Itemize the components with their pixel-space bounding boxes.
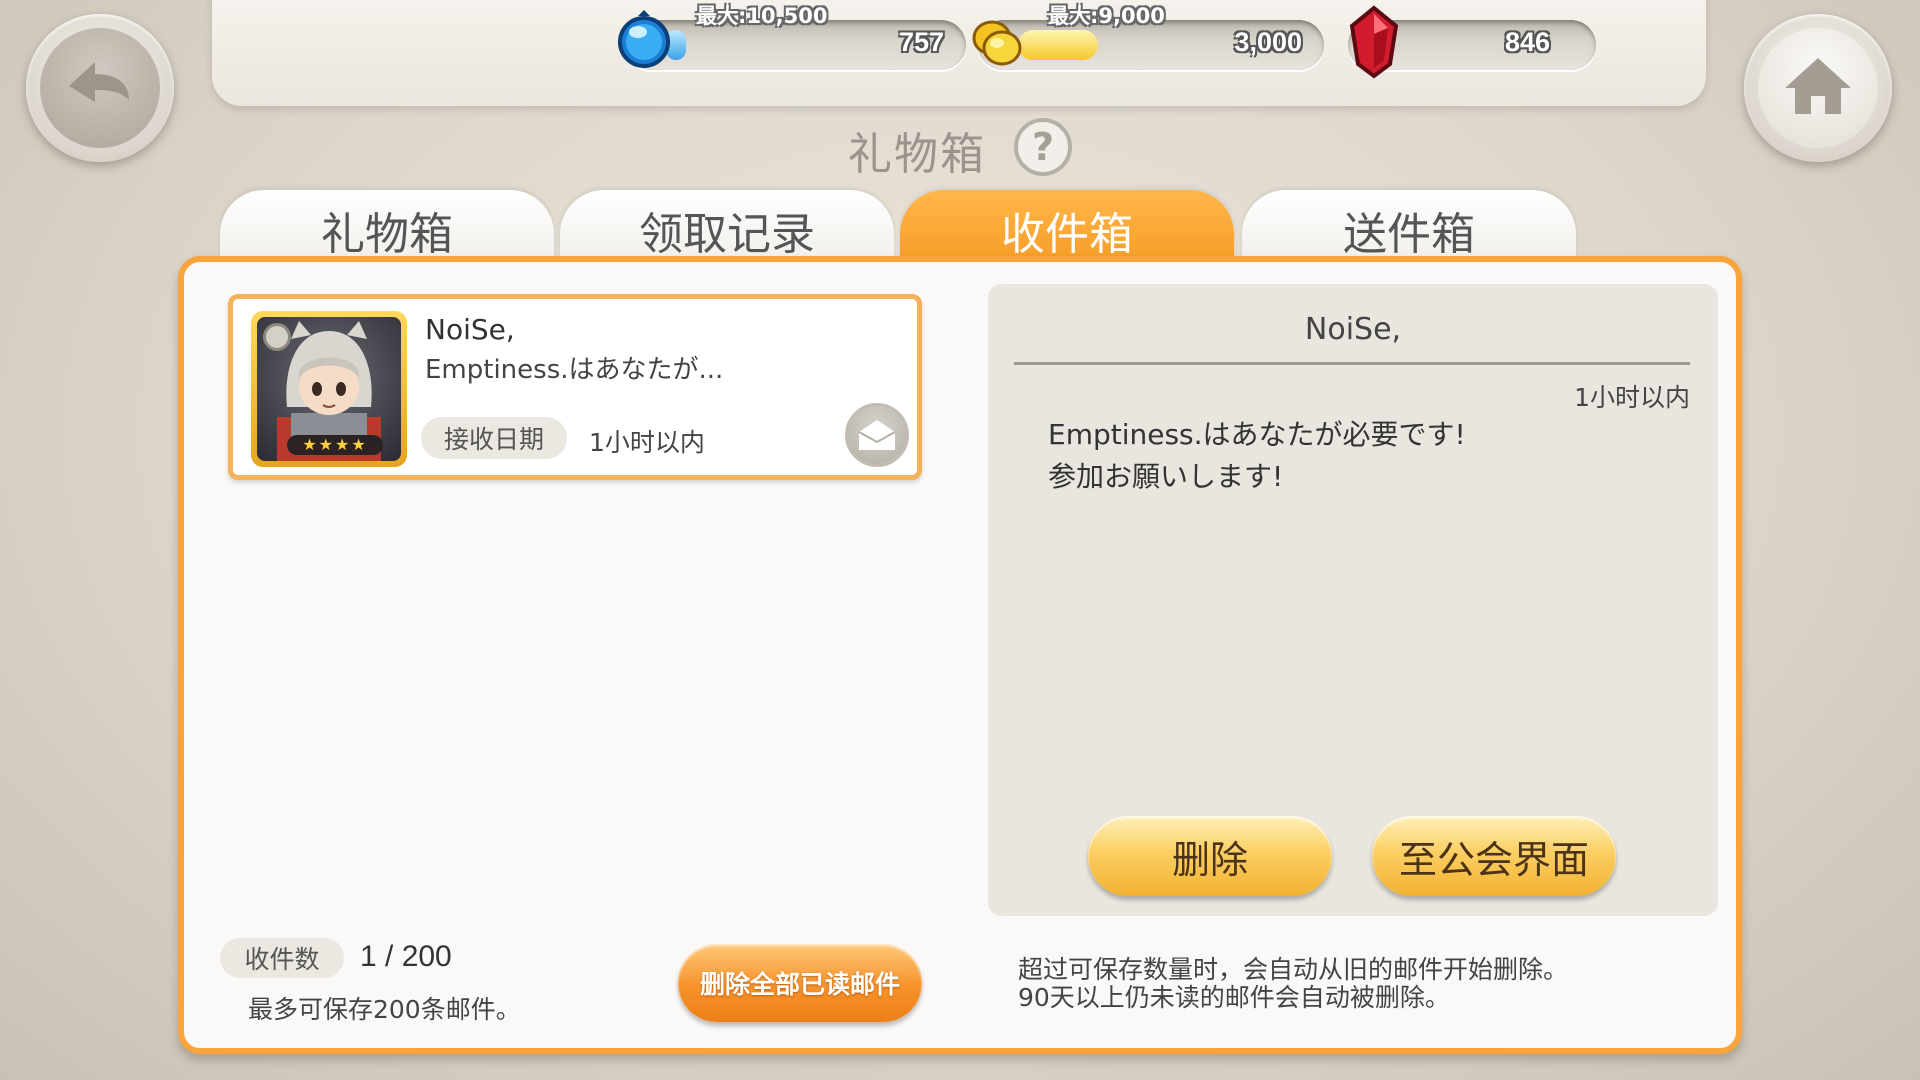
inbox-count-label: 收件数 <box>220 938 344 978</box>
mail-preview: Emptiness.はあなたが... <box>425 355 724 385</box>
home-button[interactable] <box>1744 14 1892 162</box>
go-to-guild-button[interactable]: 至公会界面 <box>1372 816 1616 896</box>
delete-button[interactable]: 删除 <box>1088 816 1332 896</box>
detail-body-line-2: 参加お願いします! <box>1048 460 1284 493</box>
gem-bar: 846 <box>1348 5 1596 79</box>
rarity-stars: ★★★★ <box>287 435 383 455</box>
detail-time: 1小时以内 <box>1574 383 1690 412</box>
home-icon <box>1781 54 1855 122</box>
gold-max-label: 最大:9,000 <box>1048 4 1165 28</box>
inbox-count-value: 1 / 200 <box>360 940 452 973</box>
date-value: 1小时以内 <box>589 428 705 457</box>
mail-detail-pane: NoiSe, 1小时以内 Emptiness.はあなたが必要です! 参加お願いし… <box>988 284 1718 916</box>
red-gem-icon <box>1344 4 1404 84</box>
detail-body-line-1: Emptiness.はあなたが必要です! <box>1048 418 1466 451</box>
back-button[interactable] <box>26 14 174 162</box>
date-label: 接收日期 <box>421 417 567 459</box>
avatar: ★★★★ <box>251 311 407 467</box>
main-panel: ★★★★ NoiSe, Emptiness.はあなたが... 接收日期 1小时以… <box>178 256 1742 1054</box>
help-icon[interactable]: ? <box>1014 118 1072 176</box>
inbox-capacity-note: 最多可保存200条邮件。 <box>248 995 521 1024</box>
stamina-max-label: 最大:10,500 <box>696 4 828 28</box>
mail-list-item[interactable]: ★★★★ NoiSe, Emptiness.はあなたが... 接收日期 1小时以… <box>228 294 922 480</box>
mail-sender: NoiSe, <box>425 313 515 346</box>
delete-all-read-button[interactable]: 删除全部已读邮件 <box>678 944 922 1022</box>
page-title: 礼物箱 <box>848 129 986 180</box>
detail-sender: NoiSe, <box>1304 312 1402 347</box>
stamina-bar: 最大:10,500 757 <box>618 4 966 70</box>
back-arrow-icon <box>65 56 135 120</box>
auto-delete-note-2: 90天以上仍未读的邮件会自动被删除。 <box>1018 983 1450 1012</box>
gold-value: 3,000 <box>1234 27 1302 57</box>
gold-coin-icon <box>964 8 1028 76</box>
opened-envelope-icon <box>845 403 909 467</box>
help-glyph: ? <box>1031 125 1055 169</box>
detail-body: Emptiness.はあなたが必要です! 参加お願いします! <box>1048 414 1466 498</box>
gem-value: 846 <box>1504 27 1550 57</box>
gold-bar: 最大:9,000 3,000 <box>972 4 1324 70</box>
stamina-value: 757 <box>898 27 944 57</box>
blue-orb-icon <box>612 8 676 76</box>
top-resource-bar: 最大:10,500 757 最大:9,000 3,000 846 <box>212 0 1706 106</box>
auto-delete-note-1: 超过可保存数量时，会自动从旧的邮件开始删除。 <box>1018 955 1569 984</box>
favorite-badge-icon <box>263 323 291 351</box>
divider <box>1014 362 1690 365</box>
